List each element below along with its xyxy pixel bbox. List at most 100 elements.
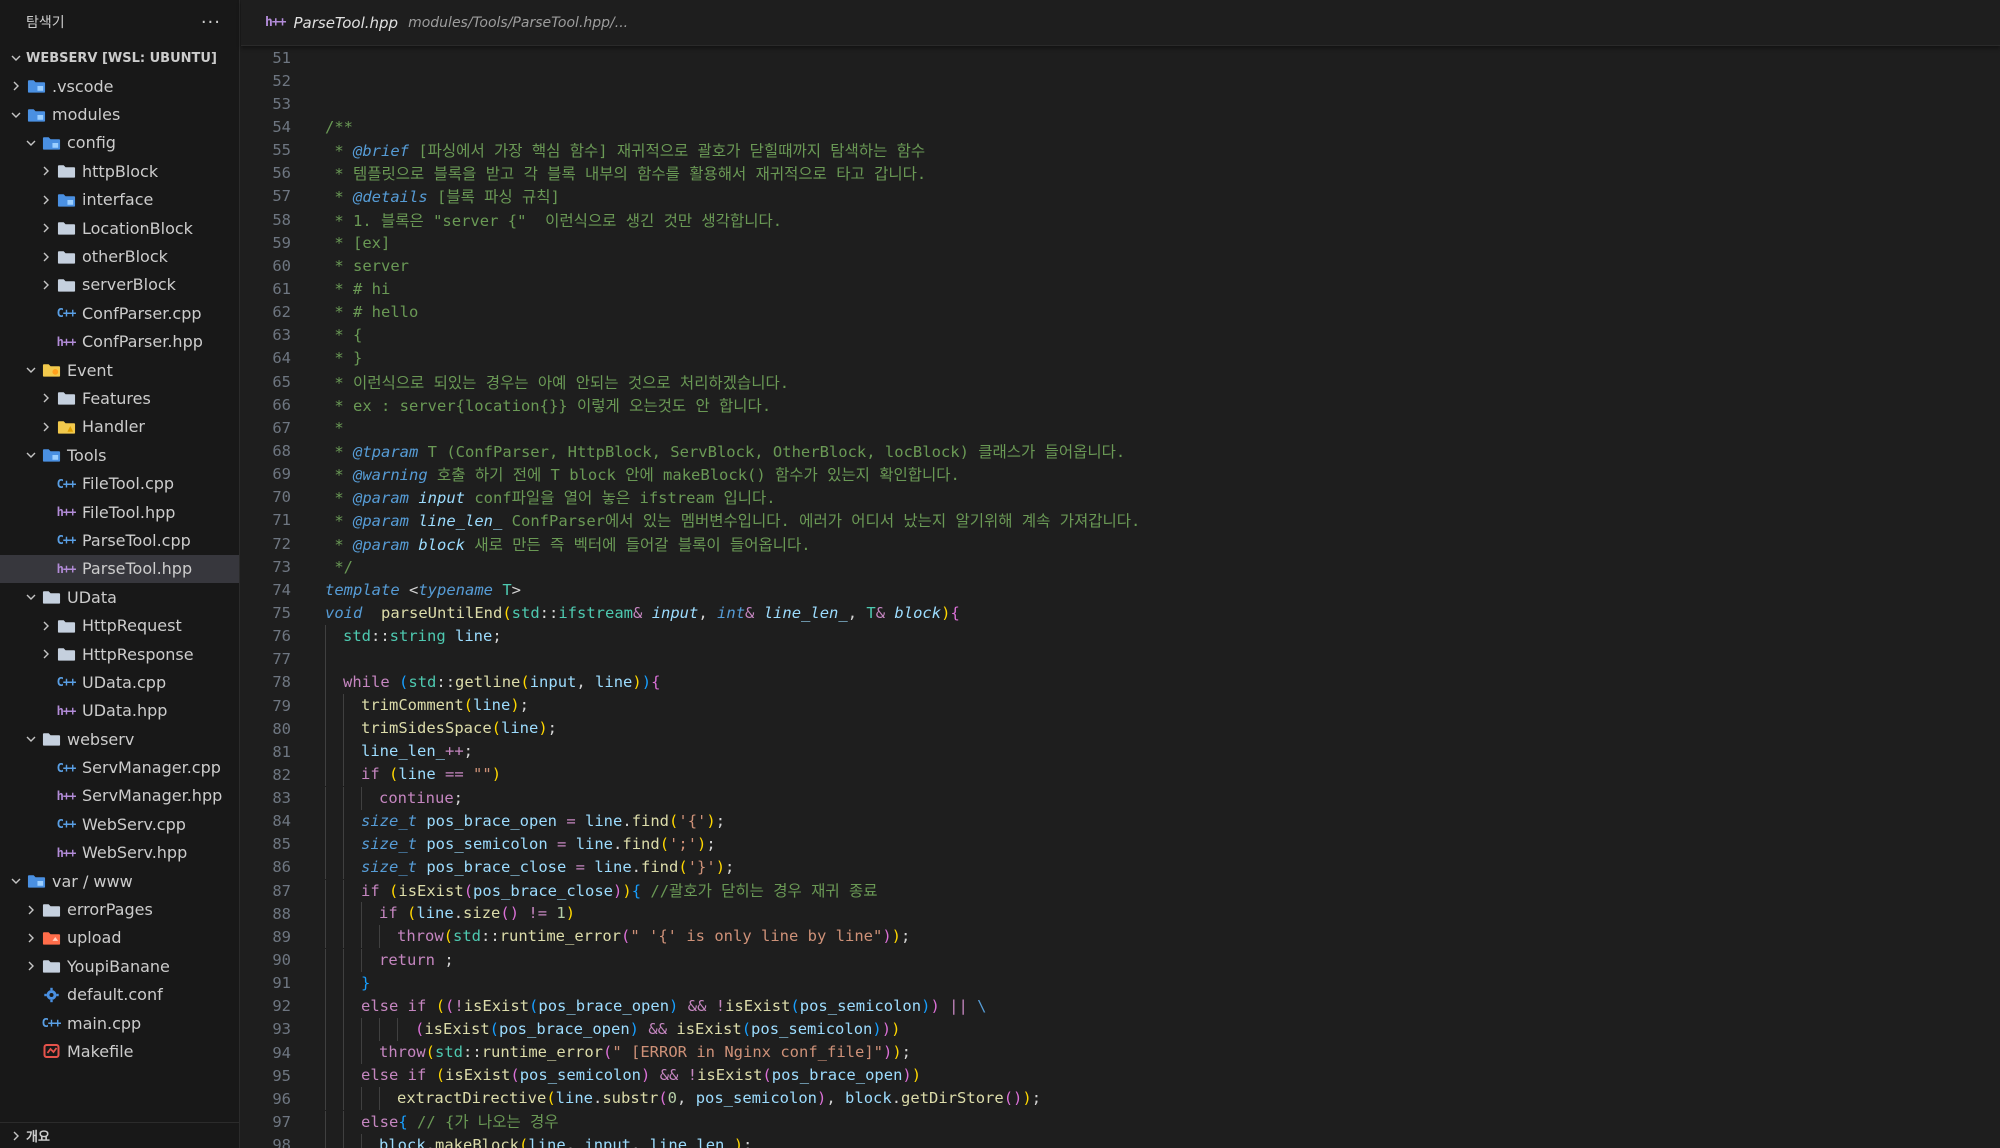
file-tree-item[interactable]: YoupiBanane	[0, 952, 239, 980]
file-tree-item[interactable]: var / www	[0, 867, 239, 895]
code-line[interactable]: 78 while (std::getline(input, line)){	[241, 670, 2000, 694]
code-line[interactable]: 92 else if ((!isExist(pos_brace_open) && …	[241, 994, 2000, 1018]
code-editor[interactable]: 51 52 53 54 /** 55 * @brief [파싱에서 가장 핵심 함수] 재…	[241, 46, 2000, 1148]
file-tree-item[interactable]: serverBlock	[0, 271, 239, 299]
code-line[interactable]: 76 std::string line;	[241, 624, 2000, 648]
code-line[interactable]: 51	[241, 46, 2000, 69]
indent-guide	[325, 786, 343, 810]
file-tree-item[interactable]: config	[0, 129, 239, 157]
code-line[interactable]: 83 continue;	[241, 786, 2000, 810]
code-line[interactable]: 96 extractDirective(line.substr(0, pos_se…	[241, 1087, 2000, 1111]
file-tree-item[interactable]: Handler	[0, 413, 239, 441]
code-line[interactable]: 77	[241, 647, 2000, 671]
code-token: (	[415, 1019, 425, 1038]
code-line[interactable]: 67 *	[241, 416, 2000, 439]
code-line[interactable]: 98 block.makeBlock(line, input, line_len_…	[241, 1133, 2000, 1148]
file-tree-item[interactable]: interface	[0, 186, 239, 214]
code-line[interactable]: 56 * 템플릿으로 블록을 받고 각 블록 내부의 함수를 활용해서 재귀적으…	[241, 162, 2000, 185]
code-line[interactable]: 95 else if (isExist(pos_semicolon) && !is…	[241, 1064, 2000, 1088]
code-line[interactable]: 91}	[241, 971, 2000, 995]
code-token: )	[891, 1019, 901, 1038]
file-tree-item[interactable]: HttpResponse	[0, 640, 239, 668]
indent-guide	[343, 971, 361, 995]
code-line[interactable]: 57 * @details [블록 파싱 규칙]	[241, 185, 2000, 208]
outline-section-header[interactable]: 개요	[0, 1122, 240, 1148]
file-tree-item[interactable]: C++ ServManager.cpp	[0, 753, 239, 781]
code-line[interactable]: 87 if (isExist(pos_brace_close)){ //괄호가 닫…	[241, 879, 2000, 903]
code-line[interactable]: 86 size_t pos_brace_close = line.find('}'…	[241, 855, 2000, 879]
file-tree-item[interactable]: h++ WebServ.hpp	[0, 839, 239, 867]
code-line[interactable]: 71 * @param line_len_ ConfParser에서 있는 멤버…	[241, 509, 2000, 532]
file-tree-item[interactable]: errorPages	[0, 895, 239, 923]
code-line[interactable]: 62 * # hello	[241, 301, 2000, 324]
code-line[interactable]: 65 * 이런식으로 되있는 경우는 아예 안되는 것으로 처리하겠습니다.	[241, 370, 2000, 393]
code-line[interactable]: 58 * 1. 블록은 "server {" 이런식으로 생긴 것만 생각합니다…	[241, 208, 2000, 231]
file-tree-item[interactable]: C++ FileTool.cpp	[0, 469, 239, 497]
code-line[interactable]: 54 /**	[241, 115, 2000, 138]
code-line[interactable]: 89 throw(std::runtime_error(" '{' is only…	[241, 925, 2000, 949]
breadcrumb-file-name[interactable]: ParseTool.hpp	[293, 14, 398, 32]
file-tree-item[interactable]: HttpRequest	[0, 611, 239, 639]
code-token: " [ERROR in Nginx conf_file]"	[612, 1043, 883, 1062]
code-line[interactable]: 66 * ex : server{location{}} 이렇게 오는것도 안 …	[241, 393, 2000, 416]
file-tree-item[interactable]: httpBlock	[0, 157, 239, 185]
file-tree-item[interactable]: h++ ConfParser.hpp	[0, 328, 239, 356]
code-line[interactable]: 72 * @param block 새로 만든 즉 벡터에 들어갈 블록이 들어…	[241, 532, 2000, 555]
file-tree-item[interactable]: otherBlock	[0, 242, 239, 270]
file-tree-item[interactable]: Features	[0, 384, 239, 412]
workspace-header[interactable]: WEBSERV [WSL: UBUNTU]	[0, 44, 239, 72]
file-tree-item[interactable]: upload	[0, 924, 239, 952]
code-line[interactable]: 75 void parseUntilEnd(std::ifstream& inpu…	[241, 601, 2000, 624]
code-line[interactable]: 53	[241, 92, 2000, 115]
code-token: )	[669, 996, 679, 1015]
code-line[interactable]: 61 * # hi	[241, 277, 2000, 300]
code-line[interactable]: 82 if (line == "")	[241, 763, 2000, 787]
code-line[interactable]: 97 else{ // {가 나오는 경우	[241, 1110, 2000, 1135]
file-tree-item[interactable]: C++ ParseTool.cpp	[0, 526, 239, 554]
file-tree-item[interactable]: C++ main.cpp	[0, 1009, 239, 1037]
file-tree-item[interactable]: h++ UData.hpp	[0, 697, 239, 725]
file-tree-item[interactable]: C++ WebServ.cpp	[0, 810, 239, 838]
code-line[interactable]: 74 template <typename T>	[241, 578, 2000, 601]
code-line[interactable]: 81 line_len_++;	[241, 740, 2000, 764]
code-line[interactable]: 85 size_t pos_semicolon = line.find(';');	[241, 832, 2000, 856]
file-tree-item[interactable]: C++ UData.cpp	[0, 668, 239, 696]
file-tree-item[interactable]: Makefile	[0, 1037, 239, 1065]
more-actions-icon[interactable]: ···	[201, 12, 221, 33]
file-tree-item[interactable]: C++ ConfParser.cpp	[0, 299, 239, 327]
file-tree-item[interactable]: h++ FileTool.hpp	[0, 498, 239, 526]
file-tree-item[interactable]: Tools	[0, 441, 239, 469]
file-tree-item[interactable]: default.conf	[0, 981, 239, 1009]
code-token: pos_semicolon	[695, 1089, 818, 1108]
code-line[interactable]: 63 * {	[241, 324, 2000, 347]
code-line[interactable]: 93 (isExist(pos_brace_open) && isExist(po…	[241, 1017, 2000, 1041]
file-tree-item[interactable]: webserv	[0, 725, 239, 753]
code-line[interactable]: 88 if (line.size() != 1)	[241, 902, 2000, 926]
code-line[interactable]: 59 * [ex]	[241, 231, 2000, 254]
code-line[interactable]: 84 size_t pos_brace_open = line.find('{')…	[241, 809, 2000, 833]
code-line[interactable]: 80 trimSidesSpace(line);	[241, 717, 2000, 741]
breadcrumb-file-path[interactable]: modules/Tools/ParseTool.hpp/...	[408, 15, 628, 31]
code-line[interactable]: 90 return ;	[241, 948, 2000, 972]
code-token: 1	[556, 904, 566, 923]
file-tree-item[interactable]: Event	[0, 356, 239, 384]
code-line[interactable]: 64 * }	[241, 347, 2000, 370]
code-token: block	[379, 1135, 426, 1148]
file-tree-item[interactable]: LocationBlock	[0, 214, 239, 242]
code-line[interactable]: 70 * @param input conf파일을 열어 놓은 ifstream…	[241, 486, 2000, 509]
code-line[interactable]: 55 * @brief [파싱에서 가장 핵심 함수] 재귀적으로 괄호가 닫힐…	[241, 139, 2000, 162]
code-line[interactable]: 69 * @warning 호출 하기 전에 T block 안에 makeBl…	[241, 463, 2000, 486]
code-line[interactable]: 68 * @tparam T (ConfParser, HttpBlock, S…	[241, 439, 2000, 462]
file-tree-item[interactable]: h++ ParseTool.hpp	[0, 554, 239, 584]
code-line[interactable]: 94 throw(std::runtime_error(" [ERROR in N…	[241, 1041, 2000, 1065]
code-line[interactable]: 73 */	[241, 555, 2000, 578]
code-text: return ;	[291, 948, 454, 972]
file-tree-item[interactable]: h++ ServManager.hpp	[0, 782, 239, 810]
code-line[interactable]: 60 * server	[241, 254, 2000, 277]
file-tree-item[interactable]: UData	[0, 583, 239, 611]
file-tree-item[interactable]: modules	[0, 100, 239, 128]
code-line[interactable]: 52	[241, 69, 2000, 92]
code-line[interactable]: 79 trimComment(line);	[241, 694, 2000, 717]
file-tree-item[interactable]: .vscode	[0, 72, 239, 100]
